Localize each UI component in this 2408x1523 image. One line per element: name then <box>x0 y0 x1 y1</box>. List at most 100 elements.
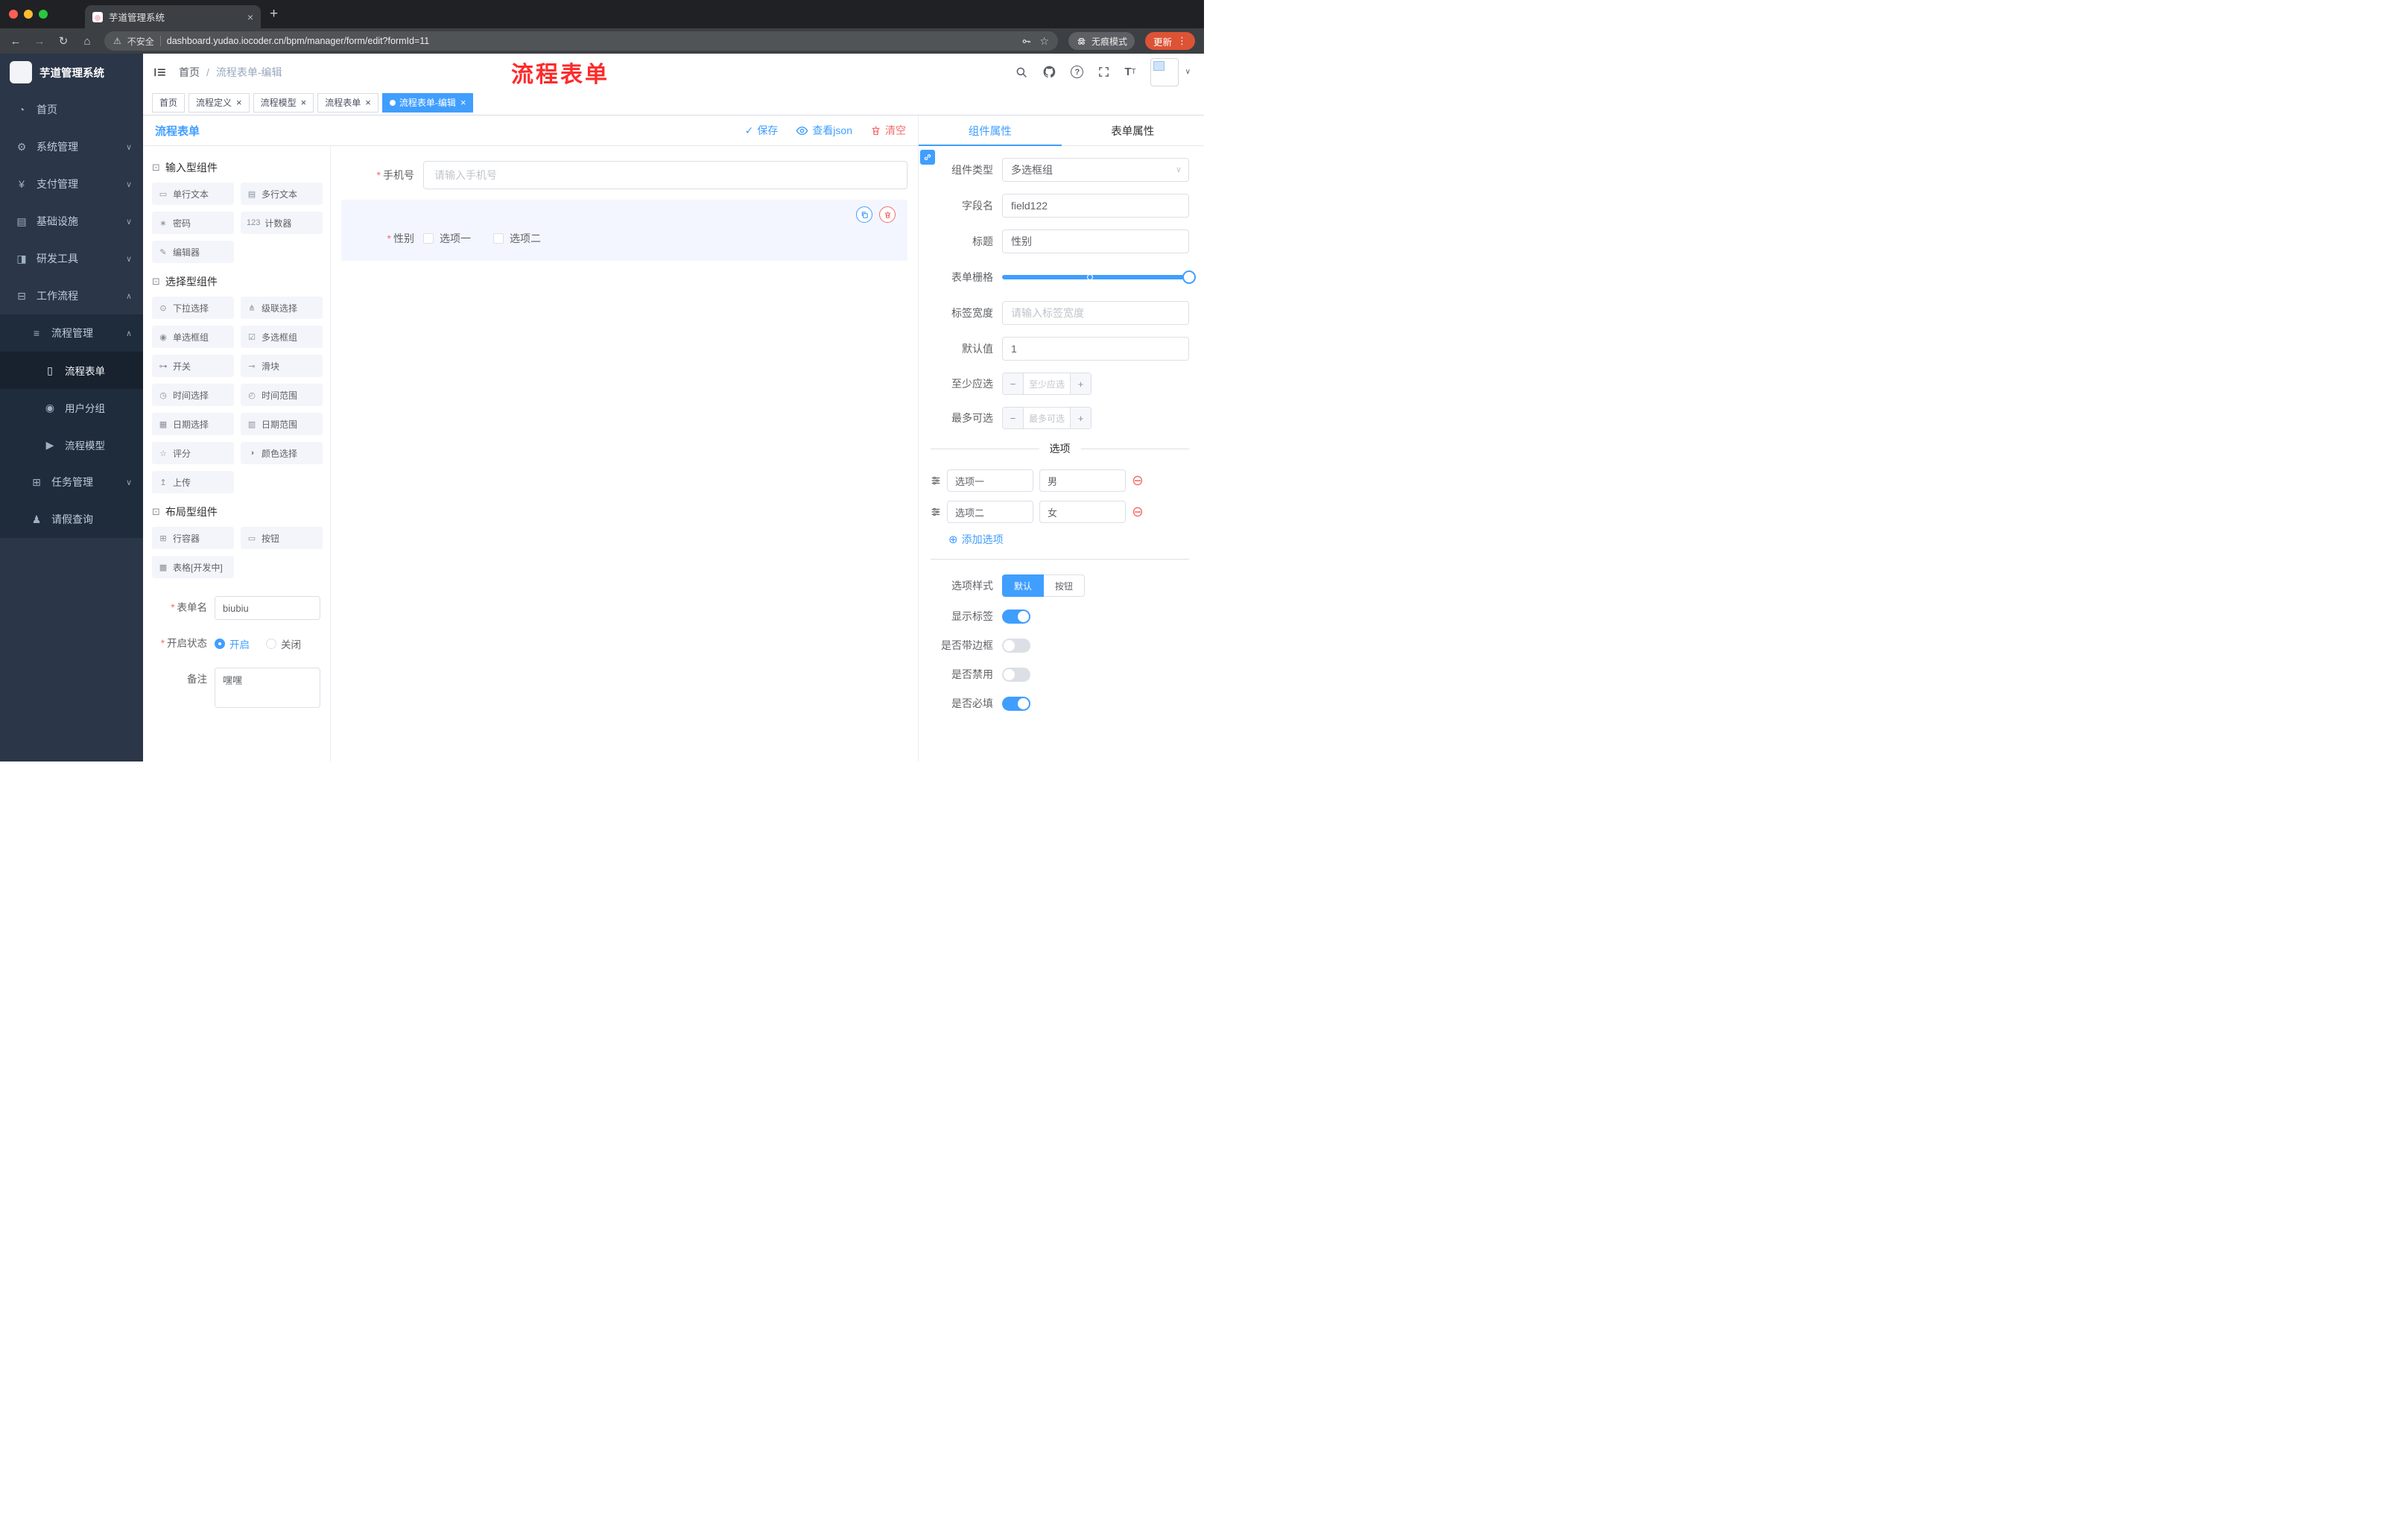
palette-item-rate[interactable]: ☆ 评分 <box>152 442 234 464</box>
minimize-window-button[interactable] <box>24 10 33 19</box>
zoom-window-button[interactable] <box>39 10 48 19</box>
tab-close-icon[interactable]: × <box>247 11 253 23</box>
palette-item-slider[interactable]: ⊸ 滑块 <box>241 355 323 377</box>
password-key-icon[interactable] <box>1021 36 1032 47</box>
browser-menu-icon[interactable]: ⋮ <box>1177 35 1187 47</box>
font-size-icon[interactable]: TT <box>1124 66 1135 78</box>
option-value-input[interactable] <box>1039 469 1126 492</box>
drag-handle-icon[interactable] <box>931 475 941 486</box>
sidebar-item-dev-tools[interactable]: ◨ 研发工具 ∨ <box>0 240 143 277</box>
github-icon[interactable] <box>1042 65 1056 79</box>
clear-button[interactable]: 清空 <box>870 123 906 138</box>
tag-process-form-edit[interactable]: 流程表单-编辑 × <box>381 92 474 113</box>
chrome-update-button[interactable]: 更新 ⋮ <box>1144 32 1195 50</box>
palette-item-select[interactable]: ⊙ 下拉选择 <box>152 297 234 319</box>
sidebar-item-process-mgmt[interactable]: ≡ 流程管理 ∧ <box>0 314 143 352</box>
url-bar[interactable]: ⚠ 不安全 dashboard.yudao.iocoder.cn/bpm/man… <box>104 31 1058 51</box>
increase-button[interactable]: + <box>1070 408 1091 428</box>
gender-option-one-checkbox[interactable]: 选项一 <box>423 231 471 246</box>
copy-component-button[interactable] <box>856 206 872 223</box>
palette-item-switch[interactable]: ⊶ 开关 <box>152 355 234 377</box>
view-json-button[interactable]: 查看json <box>796 123 852 138</box>
tab-component-props[interactable]: 组件属性 <box>919 115 1062 146</box>
decrease-button[interactable]: − <box>1003 408 1024 428</box>
tag-home[interactable]: 首页 <box>152 92 186 113</box>
sidebar-item-workflow[interactable]: ⊟ 工作流程 ∧ <box>0 277 143 314</box>
fullscreen-icon[interactable] <box>1097 66 1110 78</box>
back-icon[interactable]: ← <box>9 35 22 48</box>
breadcrumb-home[interactable]: 首页 <box>179 65 200 80</box>
palette-item-editor[interactable]: ✎ 编辑器 <box>152 241 234 263</box>
sidebar-item-system-mgmt[interactable]: ⚙ 系统管理 ∨ <box>0 128 143 165</box>
reload-icon[interactable]: ↻ <box>57 34 70 48</box>
palette-item-button[interactable]: ▭ 按钮 <box>241 527 323 549</box>
palette-item-time-range[interactable]: ◴ 时间范围 <box>241 384 323 406</box>
disabled-switch[interactable] <box>1002 667 1030 682</box>
new-tab-button[interactable]: + <box>270 6 278 22</box>
palette-item-color-picker[interactable]: ◑ 颜色选择 <box>241 442 323 464</box>
forward-icon[interactable]: → <box>33 35 46 48</box>
tab-form-props[interactable]: 表单属性 <box>1062 115 1205 145</box>
canvas-field-gender-selected[interactable]: * 性别 选项一 选项二 <box>341 200 907 261</box>
label-width-input[interactable] <box>1002 301 1189 325</box>
remove-option-button[interactable]: ⊖ <box>1132 505 1144 519</box>
canvas-field-phone[interactable]: * 手机号 <box>341 161 907 189</box>
palette-item-counter[interactable]: 123 计数器 <box>241 212 323 234</box>
close-icon[interactable]: × <box>365 97 371 108</box>
link-icon[interactable] <box>920 150 935 165</box>
avatar-chevron-icon[interactable]: ∨ <box>1185 68 1191 76</box>
remove-option-button[interactable]: ⊖ <box>1132 474 1144 488</box>
increase-button[interactable]: + <box>1070 373 1091 394</box>
option-name-input[interactable] <box>947 469 1033 492</box>
required-switch[interactable] <box>1002 696 1030 711</box>
browser-tab[interactable]: 芋道管理系统 × <box>85 5 261 28</box>
default-value-input[interactable] <box>1002 337 1189 361</box>
form-name-input[interactable] <box>215 596 320 620</box>
border-switch[interactable] <box>1002 638 1030 653</box>
close-icon[interactable]: × <box>460 97 466 108</box>
form-canvas[interactable]: * 手机号 请输入手机号 * 性别 选项一 选项二 <box>331 146 918 762</box>
palette-item-row-container[interactable]: ⊞ 行容器 <box>152 527 234 549</box>
tag-process-model[interactable]: 流程模型 × <box>253 92 314 113</box>
sidebar-toggle-icon[interactable] <box>153 66 167 79</box>
field-name-input[interactable] <box>1002 194 1189 218</box>
sidebar-item-task-mgmt[interactable]: ⊞ 任务管理 ∨ <box>0 463 143 501</box>
close-icon[interactable]: × <box>301 97 307 108</box>
bookmark-star-icon[interactable]: ☆ <box>1039 35 1049 48</box>
sidebar-item-process-form[interactable]: ▯ 流程表单 <box>0 352 143 389</box>
palette-item-date-range[interactable]: ▥ 日期范围 <box>241 413 323 435</box>
tag-process-form[interactable]: 流程表单 × <box>317 92 378 113</box>
checkbox[interactable] <box>423 233 434 244</box>
palette-item-time-picker[interactable]: ◷ 时间选择 <box>152 384 234 406</box>
status-off-radio[interactable]: 关闭 <box>266 636 301 651</box>
sidebar-item-infrastructure[interactable]: ▤ 基础设施 ∨ <box>0 203 143 240</box>
remark-textarea[interactable]: 嘿嘿 <box>215 668 320 708</box>
avatar[interactable] <box>1150 57 1179 86</box>
delete-component-button[interactable] <box>879 206 896 223</box>
sidebar-item-process-model[interactable]: ▶ 流程模型 <box>0 426 143 463</box>
palette-item-password[interactable]: ∗ 密码 <box>152 212 234 234</box>
sidebar-item-user-group[interactable]: ◉ 用户分组 <box>0 389 143 426</box>
close-icon[interactable]: × <box>236 97 242 108</box>
search-icon[interactable] <box>1015 66 1028 79</box>
component-type-select[interactable]: ∨ <box>1002 158 1189 182</box>
save-button[interactable]: ✓ 保存 <box>745 123 779 138</box>
add-option-button[interactable]: ⊕ 添加选项 <box>948 532 1189 547</box>
help-icon[interactable]: ? <box>1071 66 1084 78</box>
sidebar-item-leave-query[interactable]: ♟ 请假查询 <box>0 501 143 538</box>
close-window-button[interactable] <box>9 10 18 19</box>
tag-process-definition[interactable]: 流程定义 × <box>188 92 250 113</box>
drag-handle-icon[interactable] <box>931 507 941 517</box>
sidebar-item-home[interactable]: ◔ 首页 <box>0 91 143 128</box>
option-name-input[interactable] <box>947 501 1033 523</box>
phone-input[interactable] <box>423 161 907 189</box>
show-label-switch[interactable] <box>1002 609 1030 624</box>
checkbox[interactable] <box>493 233 504 244</box>
home-icon[interactable]: ⌂ <box>80 35 94 48</box>
max-select-stepper[interactable]: − 最多可选 + <box>1002 407 1091 429</box>
status-on-radio[interactable]: 开启 <box>215 636 250 651</box>
style-default-button[interactable]: 默认 <box>1002 574 1045 597</box>
min-select-stepper[interactable]: − 至少应选 + <box>1002 373 1091 395</box>
sidebar-item-payment-mgmt[interactable]: ¥ 支付管理 ∨ <box>0 165 143 203</box>
palette-item-cascader[interactable]: ⋔ 级联选择 <box>241 297 323 319</box>
